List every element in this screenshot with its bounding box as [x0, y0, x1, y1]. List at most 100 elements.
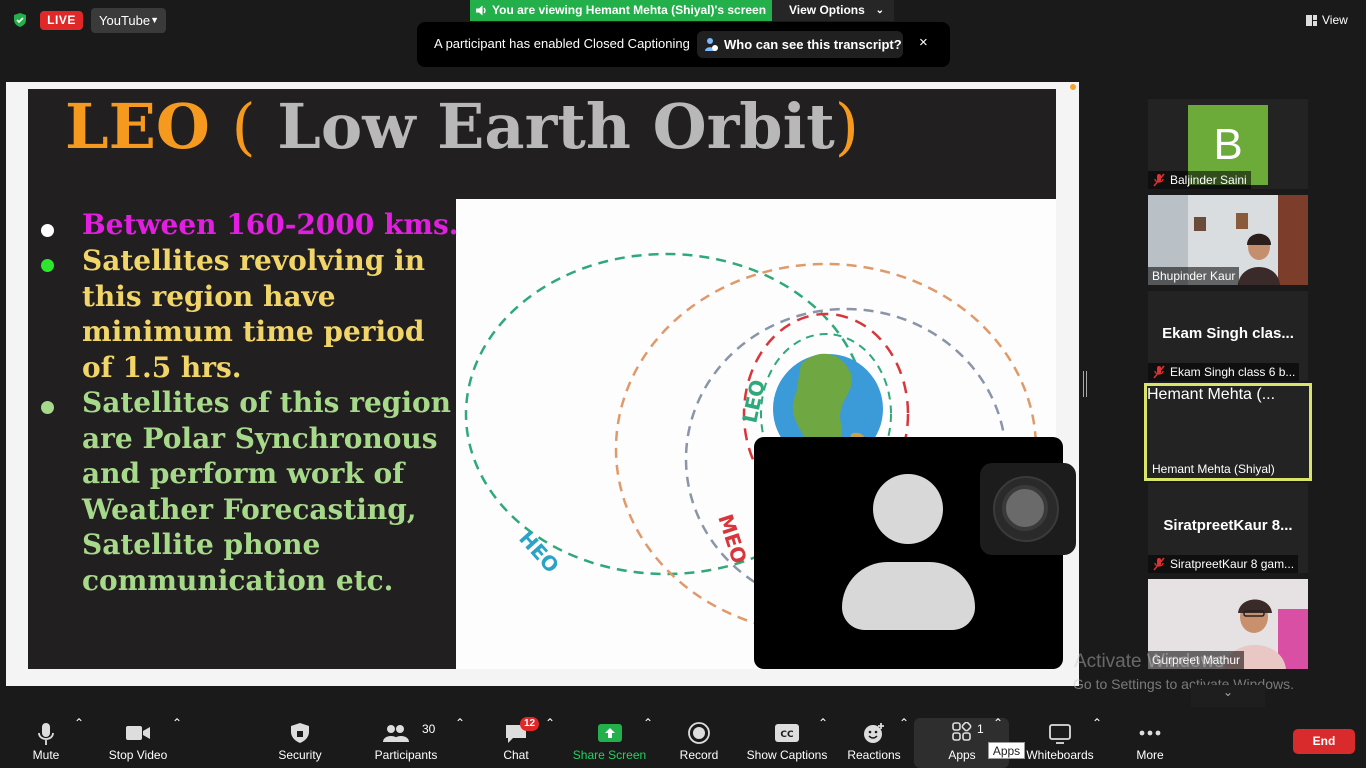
reactions-button[interactable]: Reactions	[845, 716, 903, 768]
slide-title-open-paren: (	[231, 90, 256, 163]
participants-count: 30	[422, 722, 436, 736]
bullet-dot	[41, 224, 54, 237]
bullet-dot	[41, 259, 54, 272]
speaker-icon	[476, 5, 486, 16]
viewing-screen-banner: You are viewing Hemant Mehta (Shiyal)'s …	[470, 0, 772, 21]
participant-name-label: Hemant Mehta (Shiyal)	[1152, 462, 1275, 476]
bullet-text: Between 160-2000 kms.	[82, 208, 459, 241]
participant-name-label: Bhupinder Kaur	[1148, 267, 1240, 285]
share-options-chevron-icon[interactable]: ⌃	[643, 716, 653, 768]
share-screen-button[interactable]: Share Screen	[572, 716, 647, 768]
slide-title: LEO ( Low Earth Orbit)	[28, 89, 1056, 199]
closed-caption-notice: A participant has enabled Closed Caption…	[417, 22, 950, 67]
chat-options-chevron-icon[interactable]: ⌃	[545, 716, 555, 768]
mute-options-chevron-icon[interactable]: ⌃	[74, 716, 84, 768]
windows-activation-watermark-title: Activate Windows	[1074, 651, 1224, 672]
participants-label: Participants	[374, 748, 438, 762]
participant-tile[interactable]: Ekam Singh clas... Ekam Singh class 6 b.…	[1148, 291, 1308, 381]
view-layout-button[interactable]: View	[1302, 10, 1358, 30]
live-badge[interactable]: LIVE	[40, 11, 83, 30]
view-options-button[interactable]: View Options ⌄	[772, 0, 894, 21]
bullet-text: Satellites revolving in this region have…	[82, 244, 426, 384]
view-label: View	[1322, 13, 1348, 27]
grid-view-icon	[1306, 15, 1317, 26]
microphone-icon	[38, 723, 54, 745]
person-info-icon	[705, 38, 718, 51]
reactions-options-chevron-icon[interactable]: ⌃	[899, 716, 909, 768]
caption-notice-text: A participant has enabled Closed Caption…	[434, 36, 690, 51]
bullet-text: Satellites of this region are Polar Sync…	[82, 386, 452, 597]
participants-icon	[382, 725, 409, 742]
who-can-see-transcript-button[interactable]: Who can see this transcript?	[697, 31, 903, 58]
participant-tile[interactable]: Bhupinder Kaur	[1148, 195, 1308, 285]
more-ellipsis-icon	[1139, 730, 1161, 736]
participant-name-label: Baljinder Saini	[1148, 171, 1251, 189]
participants-options-chevron-icon[interactable]: ⌃	[455, 716, 465, 768]
stop-video-button[interactable]: Stop Video	[104, 716, 172, 768]
encryption-shield-icon[interactable]	[12, 12, 28, 28]
heo-label: HEO	[514, 526, 564, 577]
gallery-scroll-down-button[interactable]: ⌄	[1191, 685, 1265, 707]
reactions-smiley-icon	[864, 723, 884, 743]
captions-options-chevron-icon[interactable]: ⌃	[818, 716, 828, 768]
whiteboards-label: Whiteboards	[1026, 748, 1094, 762]
video-options-chevron-icon[interactable]: ⌃	[172, 716, 182, 768]
slide-title-text: Low Earth Orbit	[277, 90, 835, 163]
closed-captions-icon: CC	[775, 724, 799, 742]
record-button[interactable]: Record	[676, 716, 722, 768]
stop-video-label: Stop Video	[108, 748, 168, 762]
chat-label: Chat	[503, 748, 529, 762]
share-screen-icon	[597, 724, 622, 742]
record-icon	[688, 722, 710, 744]
share-indicator-dot	[1070, 84, 1076, 90]
whiteboard-icon	[1049, 724, 1071, 744]
apps-tooltip: Apps	[988, 742, 1025, 759]
record-label: Record	[679, 748, 719, 762]
meo-label: MEO	[713, 511, 751, 567]
splitter-handle[interactable]	[1083, 371, 1087, 397]
more-button[interactable]: More	[1130, 716, 1170, 768]
stream-target-dropdown[interactable]: YouTube ▼	[91, 8, 166, 33]
floating-record-control[interactable]	[980, 463, 1076, 555]
mute-button[interactable]: Mute	[20, 716, 72, 768]
show-captions-label: Show Captions	[746, 748, 828, 762]
security-button[interactable]: Security	[272, 716, 328, 768]
chat-unread-badge: 12	[520, 717, 540, 731]
share-screen-label: Share Screen	[572, 748, 647, 762]
bullet-dot	[41, 401, 54, 414]
avatar-body	[842, 562, 975, 630]
apps-button[interactable]: 1 Apps	[938, 716, 986, 768]
chevron-down-icon: ▼	[150, 15, 159, 25]
security-shield-icon	[291, 723, 309, 743]
chat-button[interactable]: 12 Chat	[496, 716, 540, 768]
slide-title-acronym: LEO	[65, 90, 210, 163]
record-dot-icon	[1002, 485, 1048, 531]
participant-display-name: Ekam Singh clas...	[1162, 325, 1294, 342]
muted-mic-icon	[1153, 557, 1165, 571]
video-camera-icon	[126, 726, 150, 740]
end-meeting-button[interactable]: End	[1293, 729, 1355, 754]
close-icon[interactable]: ×	[919, 34, 928, 51]
show-captions-button[interactable]: CC Show Captions	[745, 716, 829, 768]
zoom-meeting-window: LIVE YouTube ▼ You are viewing Hemant Me…	[0, 0, 1366, 768]
leo-label: LEO	[737, 378, 770, 425]
reactions-label: Reactions	[847, 748, 901, 762]
more-label: More	[1136, 748, 1164, 762]
whiteboards-button[interactable]: Whiteboards	[1026, 716, 1094, 768]
stream-target-label: YouTube	[99, 13, 151, 28]
participant-name-label: Ekam Singh class 6 b...	[1148, 363, 1300, 381]
who-can-see-label: Who can see this transcript?	[724, 37, 902, 52]
slide-title-close-paren: )	[834, 90, 859, 163]
svg-text:CC: CC	[780, 730, 794, 740]
whiteboards-options-chevron-icon[interactable]: ⌃	[1092, 716, 1102, 768]
participant-tile[interactable]: B Baljinder Saini	[1148, 99, 1308, 189]
apps-count: 1	[977, 722, 984, 736]
participants-button[interactable]: 30 Participants	[372, 716, 440, 768]
chevron-down-icon: ⌄	[875, 5, 884, 16]
participant-display-name: SiratpreetKaur 8...	[1163, 517, 1293, 534]
apps-grid-icon	[952, 722, 972, 741]
active-speaker-tile[interactable]: Hemant Mehta (... Hemant Mehta (Shiyal)	[1144, 383, 1312, 481]
view-options-label: View Options	[789, 3, 865, 17]
participant-name: SiratpreetKaur 8 gam...	[1170, 557, 1295, 571]
participant-tile[interactable]: SiratpreetKaur 8... SiratpreetKaur 8 gam…	[1148, 483, 1308, 573]
